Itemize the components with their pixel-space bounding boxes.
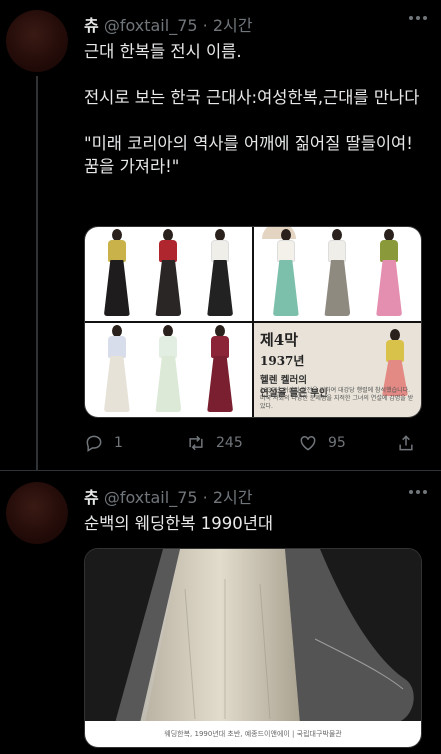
hanbok-figure xyxy=(323,229,351,317)
media-image[interactable]: 웨딩한복, 1990년대 초반, 예종드이앤에이 | 국립대구박물관 xyxy=(84,548,422,748)
handle[interactable]: @foxtail_75 xyxy=(104,16,198,35)
image-hanbok-2[interactable] xyxy=(254,227,421,321)
reply-button[interactable]: 1 xyxy=(84,433,123,453)
avatar[interactable] xyxy=(6,10,68,72)
timestamp[interactable]: 2시간 xyxy=(213,488,253,507)
heart-icon xyxy=(300,435,316,451)
like-count: 95 xyxy=(328,435,346,451)
image-hanbok-3[interactable] xyxy=(85,323,252,417)
more-options-icon[interactable] xyxy=(409,16,427,20)
hanbok-figure xyxy=(206,229,234,317)
image-exhibition-poster[interactable]: 제4막 1937년 헬렌 켈러의 연설을 들은 부인 1937년 여성의 발전을… xyxy=(254,323,421,417)
tweet-actions: 1 245 95 xyxy=(84,433,414,459)
reply-icon xyxy=(86,435,102,452)
wedding-dress-illustration xyxy=(115,549,414,723)
separator: · xyxy=(202,488,208,507)
hanbok-figure xyxy=(154,325,182,413)
wedding-hanbok-photo xyxy=(85,549,421,747)
hanbok-figure xyxy=(261,227,300,317)
retweet-count: 245 xyxy=(216,435,243,451)
retweet-button[interactable]: 245 xyxy=(186,433,243,453)
tweet-text: 근대 한복들 전시 이름. 전시로 보는 한국 근대사:여성한복,근대를 만나다… xyxy=(84,42,420,176)
hanbok-figure xyxy=(103,229,131,317)
tweet-2[interactable]: 츄 @foxtail_75 · 2시간 순백의 웨딩한복 1990년대 웨딩한복… xyxy=(0,470,441,754)
share-button[interactable] xyxy=(396,433,416,453)
like-button[interactable]: 95 xyxy=(298,433,346,453)
avatar[interactable] xyxy=(6,482,68,544)
media-grid[interactable]: 제4막 1937년 헬렌 켈러의 연설을 들은 부인 1937년 여성의 발전을… xyxy=(84,226,422,418)
tweet-header: 츄 @foxtail_75 · 2시간 xyxy=(84,12,252,36)
image-hanbok-1[interactable] xyxy=(85,227,252,321)
tweet-text: 순백의 웨딩한복 1990년대 xyxy=(84,514,274,533)
separator: · xyxy=(202,16,208,35)
hanbok-figure xyxy=(103,325,131,413)
reply-count: 1 xyxy=(114,435,123,451)
display-name[interactable]: 츄 xyxy=(84,488,99,507)
hanbok-figure xyxy=(206,325,234,413)
tweet-1[interactable]: 츄 @foxtail_75 · 2시간 근대 한복들 전시 이름. 전시로 보는… xyxy=(0,0,441,470)
hanbok-figure xyxy=(375,229,403,317)
poster-body: 1937년 여성의 발전을 위하여 대강당 행렬에 참석했습니다. 미국 사회의… xyxy=(260,387,414,410)
image-caption: 웨딩한복, 1990년대 초반, 예종드이앤에이 | 국립대구박물관 xyxy=(85,721,421,747)
tweet-header: 츄 @foxtail_75 · 2시간 xyxy=(84,484,252,508)
share-icon xyxy=(399,435,413,451)
thread-line xyxy=(36,76,38,470)
hanbok-figure xyxy=(154,229,182,317)
display-name[interactable]: 츄 xyxy=(84,16,99,35)
retweet-icon xyxy=(189,435,203,451)
timestamp[interactable]: 2시간 xyxy=(213,16,253,35)
handle[interactable]: @foxtail_75 xyxy=(104,488,198,507)
more-options-icon[interactable] xyxy=(409,490,427,494)
